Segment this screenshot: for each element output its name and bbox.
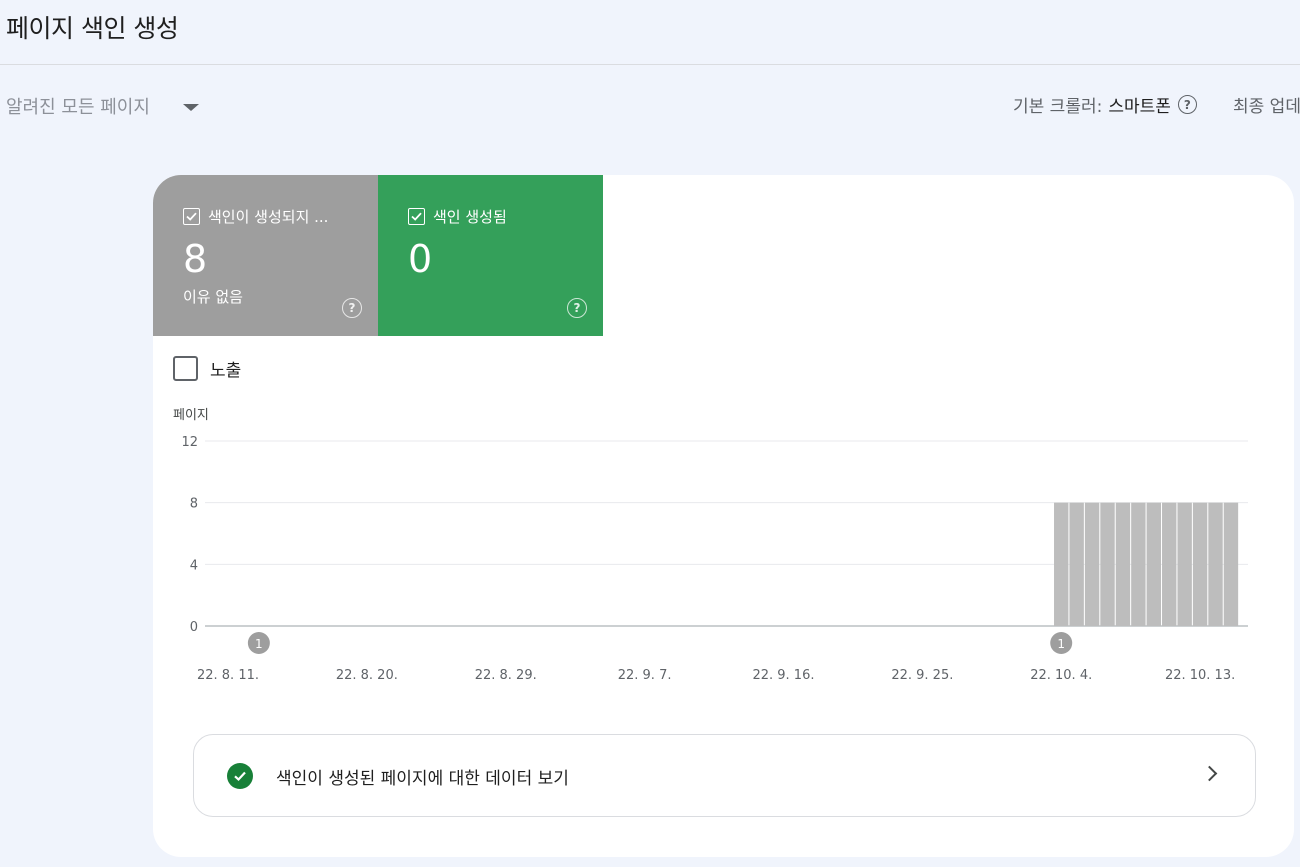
chart-bar[interactable] — [1069, 502, 1084, 626]
x-tick-label: 22. 9. 7. — [618, 668, 672, 683]
tile-not-indexed[interactable]: 색인이 생성되지 ... 8 이유 없음 ? — [153, 175, 378, 336]
chart-bar[interactable] — [1177, 502, 1192, 626]
chart-bar[interactable] — [1100, 502, 1115, 626]
pages-chart: 페이지 12 8 4 0 1 1 22. 8. 11. 22. 8. 20. 22. 8. … — [173, 408, 1248, 683]
impressions-checkbox[interactable] — [173, 356, 198, 381]
y-tick-label: 8 — [190, 497, 198, 512]
pages-dropdown-label: 알려진 모든 페이지 — [6, 97, 150, 118]
x-tick-label: 22. 9. 16. — [752, 668, 814, 683]
tile-count: 0 — [408, 237, 433, 281]
chart-bar[interactable] — [1054, 502, 1069, 626]
x-tick-label: 22. 8. 11. — [197, 668, 259, 683]
crawler-info: 기본 크롤러: 스마트폰 ? — [1013, 92, 1197, 117]
index-report-card: 색인이 생성되지 ... 8 이유 없음 ? 색인 생성됨 0 ? 노출 페이지… — [153, 175, 1294, 857]
annotation-marker[interactable]: 1 — [1050, 632, 1073, 654]
page-title: 페이지 색인 생성 — [6, 14, 179, 43]
crawler-label: 기본 크롤러: — [1013, 97, 1103, 117]
filter-row: 알려진 모든 페이지 기본 크롤러: 스마트폰 ? 최종 업데 — [0, 80, 1300, 130]
x-tick-label: 22. 8. 29. — [475, 668, 537, 683]
view-data-label: 색인이 생성된 페이지에 대한 데이터 보기 — [276, 769, 569, 789]
view-indexed-data-button[interactable]: 색인이 생성된 페이지에 대한 데이터 보기 — [193, 734, 1256, 817]
chevron-right-icon — [1201, 765, 1218, 782]
annotation-marker[interactable]: 1 — [247, 632, 270, 654]
tile-indexed[interactable]: 색인 생성됨 0 ? — [378, 175, 603, 336]
chart-bar[interactable] — [1223, 502, 1239, 626]
last-update-label: 최종 업데 — [1233, 97, 1300, 117]
help-icon[interactable]: ? — [1177, 95, 1197, 114]
check-icon — [411, 212, 422, 221]
check-icon — [186, 212, 197, 221]
y-axis-label: 페이지 — [173, 408, 209, 423]
x-tick-label: 22. 9. 25. — [891, 668, 953, 683]
check-icon — [234, 771, 246, 782]
tile-head: 색인 생성됨 — [408, 206, 507, 227]
y-tick-label: 4 — [190, 558, 198, 573]
x-tick-label: 22. 10. 4. — [1030, 668, 1092, 683]
tile-label: 색인 생성됨 — [433, 208, 507, 226]
chart-bar[interactable] — [1192, 502, 1208, 626]
tile-checkbox[interactable] — [408, 208, 425, 225]
annotation-label: 1 — [255, 637, 263, 651]
tile-checkbox[interactable] — [183, 208, 200, 225]
chart-bar[interactable] — [1146, 502, 1161, 626]
tile-subtitle: 이유 없음 — [183, 288, 243, 306]
y-tick-label: 12 — [181, 435, 198, 450]
page-header: 페이지 색인 생성 — [0, 0, 1300, 65]
dropdown-arrow-icon — [182, 103, 199, 111]
check-circle-icon — [227, 763, 253, 789]
chart-bar[interactable] — [1162, 502, 1177, 626]
impressions-label: 노출 — [210, 361, 242, 381]
help-icon[interactable]: ? — [567, 298, 587, 318]
chart-bar[interactable] — [1084, 502, 1100, 626]
impressions-toggle[interactable]: 노출 — [173, 356, 241, 381]
help-icon[interactable]: ? — [342, 298, 362, 318]
y-tick-label: 0 — [190, 620, 198, 635]
tile-label: 색인이 생성되지 ... — [208, 208, 329, 226]
chart-bar[interactable] — [1208, 502, 1223, 626]
chart-bar[interactable] — [1115, 502, 1131, 626]
chart-bar[interactable] — [1131, 502, 1146, 626]
tile-count: 8 — [183, 237, 208, 281]
annotation-label: 1 — [1057, 637, 1065, 651]
crawler-value: 스마트폰 — [1108, 97, 1171, 117]
x-tick-label: 22. 10. 13. — [1165, 668, 1235, 683]
x-tick-label: 22. 8. 20. — [336, 668, 398, 683]
tile-head: 색인이 생성되지 ... — [183, 206, 328, 227]
pages-dropdown[interactable]: 알려진 모든 페이지 — [6, 92, 199, 120]
